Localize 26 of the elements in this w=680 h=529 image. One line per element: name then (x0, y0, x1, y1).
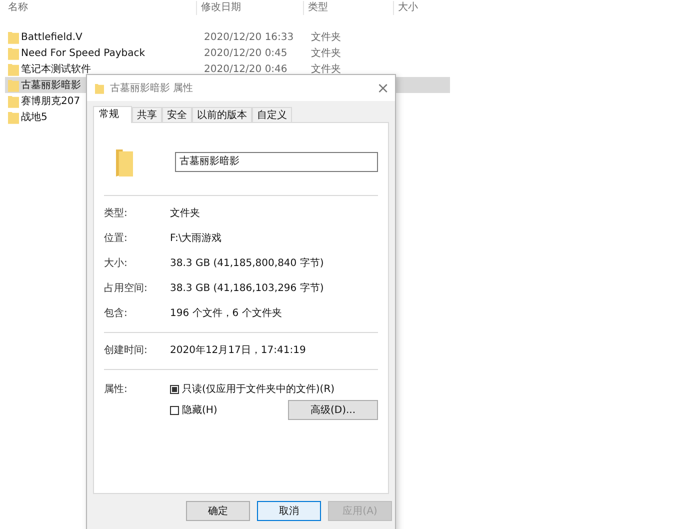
property-value: F:\大雨游戏 (170, 233, 223, 245)
property-label: 大小: (104, 258, 128, 270)
file-name: Need For Speed Payback (21, 48, 146, 58)
file-name: 战地5 (21, 110, 48, 124)
property-value: 38.3 GB (41,186,103,296 字节) (170, 283, 325, 295)
property-label: 属性: (104, 382, 128, 397)
file-type: 文件夹 (311, 62, 342, 76)
file-name: 赛博朋克207 (21, 94, 80, 108)
property-label: 包含: (104, 308, 128, 320)
property-label: 位置: (104, 233, 128, 245)
property-value: 38.3 GB (41,185,800,840 字节) (170, 258, 325, 270)
file-date: 2020/12/20 16:33 (204, 32, 295, 42)
file-name: 古墓丽影暗影 (21, 78, 81, 92)
property-value: 2020年12月17日，17:41:19 (170, 345, 307, 357)
property-label: 类型: (104, 208, 128, 220)
window-title: 古墓丽影暗影 属性 (110, 82, 194, 95)
property-label: 创建时间: (104, 345, 148, 357)
file-name: 笔记本测试软件 (21, 62, 91, 76)
property-label: 占用空间: (104, 283, 148, 295)
property-value: 文件夹 (170, 208, 201, 220)
file-date: 2020/12/20 0:45 (204, 48, 288, 58)
property-value: 196 个文件，6 个文件夹 (170, 308, 283, 320)
file-name: Battlefield.V (21, 32, 82, 42)
file-type: 文件夹 (311, 46, 342, 60)
file-date: 2020/12/20 0:46 (204, 64, 288, 74)
file-type: 文件夹 (311, 30, 342, 44)
